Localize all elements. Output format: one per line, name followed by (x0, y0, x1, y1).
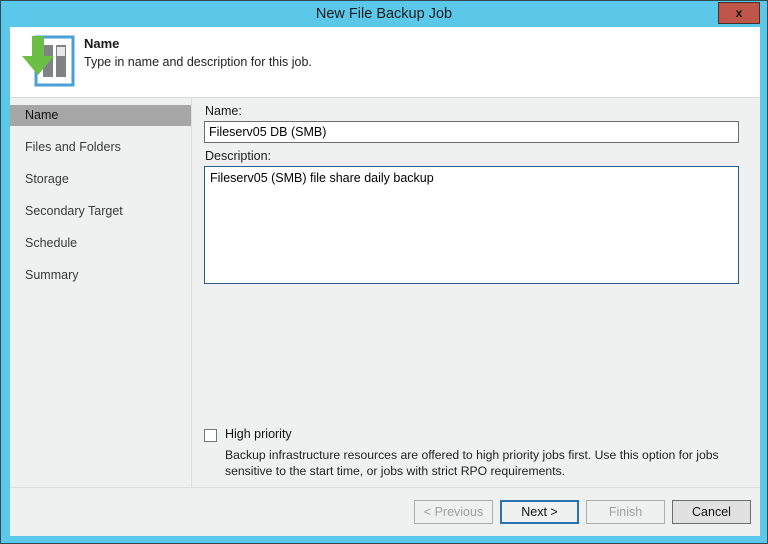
finish-button[interactable]: Finish (586, 500, 665, 524)
sidebar-item-summary[interactable]: Summary (10, 265, 191, 286)
sidebar-item-label: Secondary Target (25, 204, 123, 218)
page-subtitle: Type in name and description for this jo… (84, 55, 312, 69)
next-button[interactable]: Next > (500, 500, 579, 524)
sidebar-item-label: Summary (25, 268, 79, 282)
wizard-step-list: Name Files and Folders Storage Secondary… (10, 98, 192, 487)
content-pane: Name: Description: Fileserv05 (SMB) file… (192, 98, 760, 487)
sidebar-item-files-and-folders[interactable]: Files and Folders (10, 137, 191, 158)
name-input[interactable] (204, 121, 739, 143)
dialog-window: New File Backup Job x Name Type in name … (0, 0, 768, 544)
high-priority-description: Backup infrastructure resources are offe… (225, 448, 719, 478)
description-field-label: Description: (205, 149, 271, 163)
sidebar-item-label: Name (25, 108, 59, 122)
sidebar-item-label: Files and Folders (25, 140, 121, 154)
file-backup-job-icon (16, 30, 78, 92)
sidebar-item-label: Storage (25, 172, 69, 186)
cancel-button[interactable]: Cancel (672, 500, 751, 524)
dialog-footer: < Previous Next > Finish Cancel (10, 487, 760, 536)
page-title: Name (84, 36, 120, 51)
window-title: New File Backup Job (315, 6, 453, 22)
dialog-frame: Name Type in name and description for th… (10, 27, 760, 536)
high-priority-label: High priority (225, 427, 292, 441)
sidebar-item-label: Schedule (25, 236, 78, 250)
sidebar-item-secondary-target[interactable]: Secondary Target (10, 201, 191, 222)
previous-button[interactable]: < Previous (414, 500, 493, 524)
sidebar-item-storage[interactable]: Storage (10, 169, 191, 190)
title-bar: New File Backup Job x (1, 1, 767, 27)
close-icon[interactable]: x (718, 2, 760, 24)
wizard-header: Name Type in name and description for th… (10, 27, 760, 98)
dialog-body: Name Files and Folders Storage Secondary… (10, 98, 760, 487)
sidebar-item-schedule[interactable]: Schedule (10, 233, 191, 254)
sidebar-item-name[interactable]: Name (10, 105, 191, 126)
high-priority-checkbox[interactable] (204, 429, 217, 442)
description-input[interactable]: Fileserv05 (SMB) file share daily backup (204, 166, 739, 284)
name-field-label: Name: (205, 104, 242, 118)
